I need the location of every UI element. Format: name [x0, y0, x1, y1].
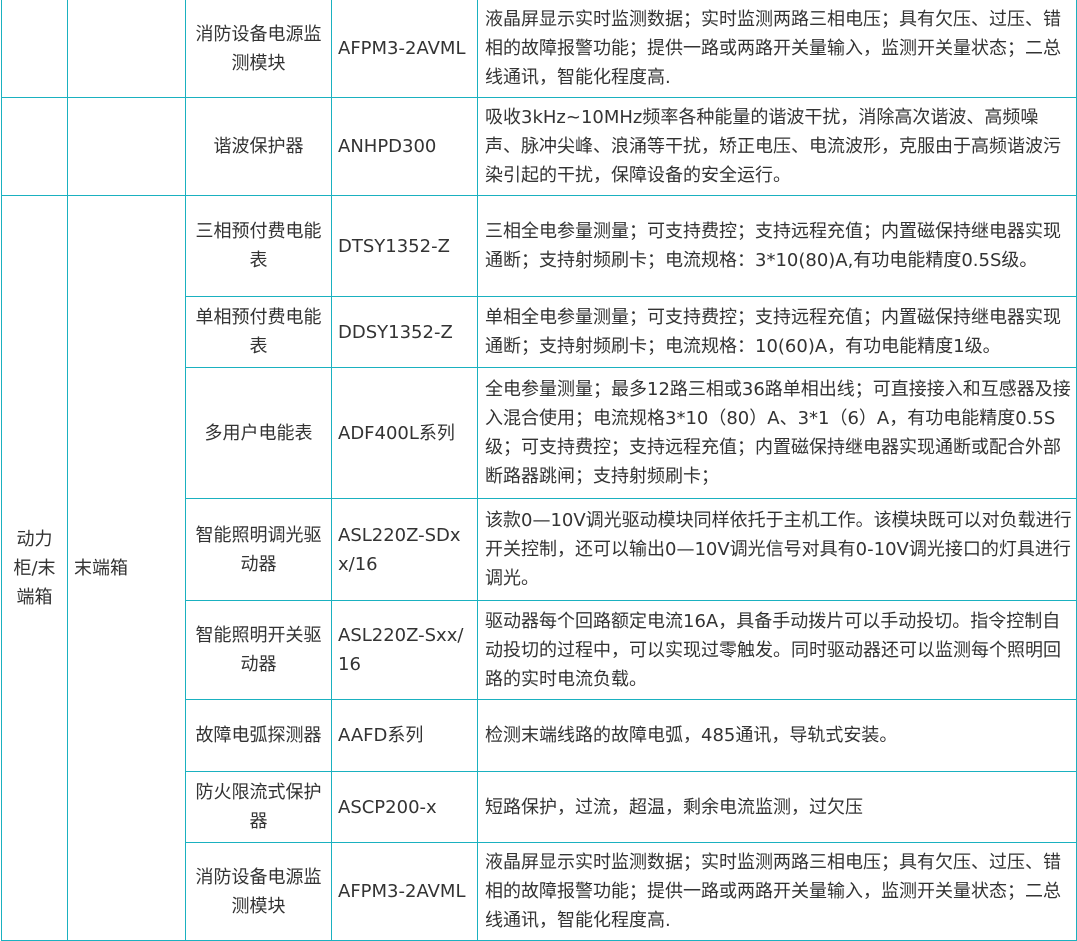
product-description: 全电参量测量；最多12路三相或36路单相出线；可直接接入和互感器及接入混合使用；…	[477, 367, 1077, 499]
product-model: ASL220Z-SDxx/16	[331, 498, 478, 601]
product-name: 多用户电能表	[185, 367, 332, 499]
product-name: 防火限流式保护器	[185, 771, 332, 843]
product-description: 液晶屏显示实时监测数据；实时监测两路三相电压；具有欠压、过压、错相的故障报警功能…	[477, 0, 1077, 98]
product-name: 智能照明调光驱动器	[185, 498, 332, 601]
product-description: 短路保护，过流，超温，剩余电流监测，过欠压	[477, 771, 1077, 843]
product-model: ANHPD300	[331, 97, 478, 196]
subcategory-cell-empty	[67, 0, 186, 98]
product-model: ASCP200-x	[331, 771, 478, 843]
subcategory-cell: 末端箱	[67, 195, 186, 941]
category-cell: 动力柜/末端箱	[1, 195, 68, 941]
table-row: 动力柜/末端箱 末端箱 三相预付费电能表 DTSY1352-Z 三相全电参量测量…	[1, 195, 1077, 941]
product-model: ADF400L系列	[331, 367, 478, 499]
product-table: 消防设备电源监测模块 AFPM3-2AVML 液晶屏显示实时监测数据；实时监测两…	[1, 0, 1077, 941]
product-description: 三相全电参量测量；可支持费控；支持远程充值；内置磁保持继电器实现通断；支持射频刷…	[477, 195, 1077, 297]
product-name: 谐波保护器	[185, 97, 332, 196]
subcategory-cell-empty	[67, 97, 186, 196]
product-model: DTSY1352-Z	[331, 195, 478, 297]
product-name: 三相预付费电能表	[185, 195, 332, 297]
product-model: ASL220Z-Sxx/16	[331, 600, 478, 700]
product-description: 该款0—10V调光驱动模块同样依托于主机工作。该模块既可以对负载进行开关控制，还…	[477, 498, 1077, 601]
product-description: 驱动器每个回路额定电流16A，具备手动拨片可以手动投切。指令控制自动投切的过程中…	[477, 600, 1077, 700]
category-cell-empty	[1, 0, 68, 98]
product-description: 液晶屏显示实时监测数据；实时监测两路三相电压；具有欠压、过压、错相的故障报警功能…	[477, 842, 1077, 941]
product-name: 消防设备电源监测模块	[185, 842, 332, 941]
product-model: AFPM3-2AVML	[331, 0, 478, 98]
product-description: 检测末端线路的故障电弧，485通讯，导轨式安装。	[477, 699, 1077, 772]
product-description: 单相全电参量测量；可支持费控；支持远程充值；内置磁保持继电器实现通断；支持射频刷…	[477, 296, 1077, 368]
product-description: 吸收3kHz~10MHz频率各种能量的谐波干扰，消除高次谐波、高频噪声、脉冲尖峰…	[477, 97, 1077, 196]
category-cell-empty	[1, 97, 68, 196]
table-row: 谐波保护器 ANHPD300 吸收3kHz~10MHz频率各种能量的谐波干扰，消…	[1, 97, 1077, 196]
product-name: 消防设备电源监测模块	[185, 0, 332, 98]
product-model: DDSY1352-Z	[331, 296, 478, 368]
product-name: 智能照明开关驱动器	[185, 600, 332, 700]
product-name: 故障电弧探测器	[185, 699, 332, 772]
table-row: 消防设备电源监测模块 AFPM3-2AVML 液晶屏显示实时监测数据；实时监测两…	[1, 0, 1077, 98]
product-model: AFPM3-2AVML	[331, 842, 478, 941]
product-model: AAFD系列	[331, 699, 478, 772]
product-name: 单相预付费电能表	[185, 296, 332, 368]
